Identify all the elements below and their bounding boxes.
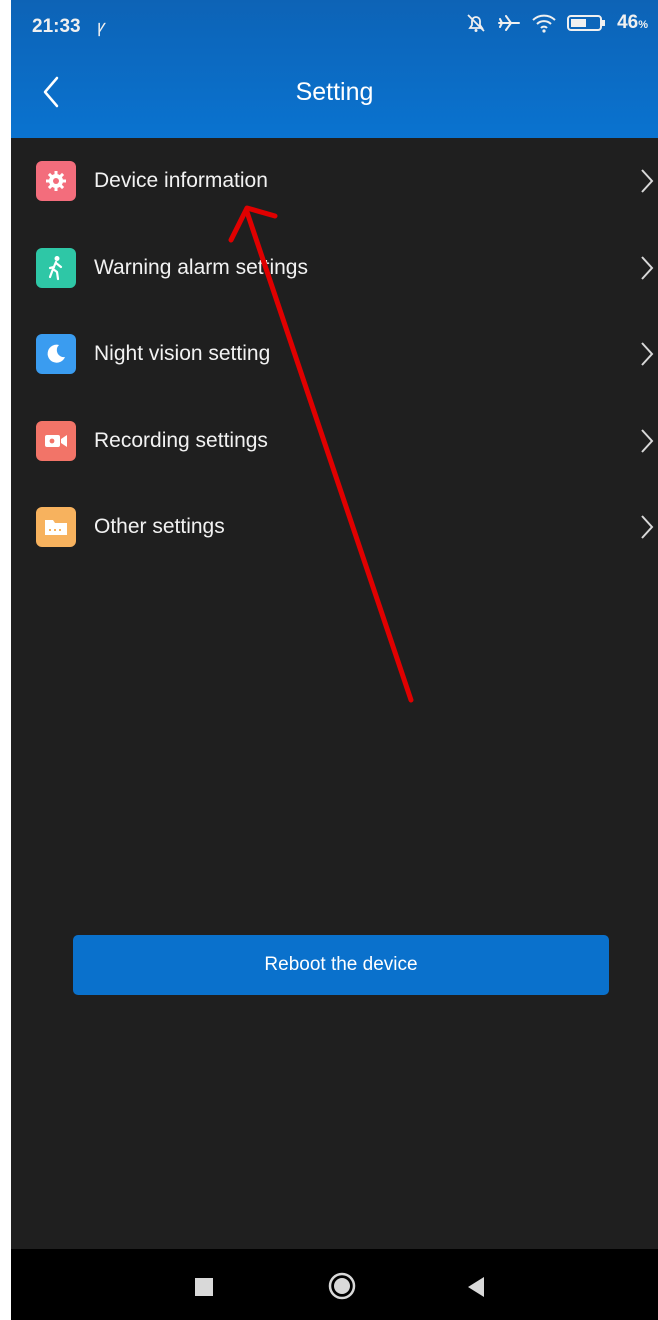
recents-button[interactable] [195,1278,213,1296]
nav-back-button[interactable] [466,1276,486,1298]
reboot-device-button[interactable]: Reboot the device [73,935,609,995]
annotation-arrow-shaft [244,209,414,703]
annotation-arrow [228,205,414,703]
system-nav-bar [11,1249,658,1320]
home-button[interactable] [328,1272,356,1300]
phone-screen: 21:33 ꝩ 46% Setting Device information W… [11,0,658,1320]
